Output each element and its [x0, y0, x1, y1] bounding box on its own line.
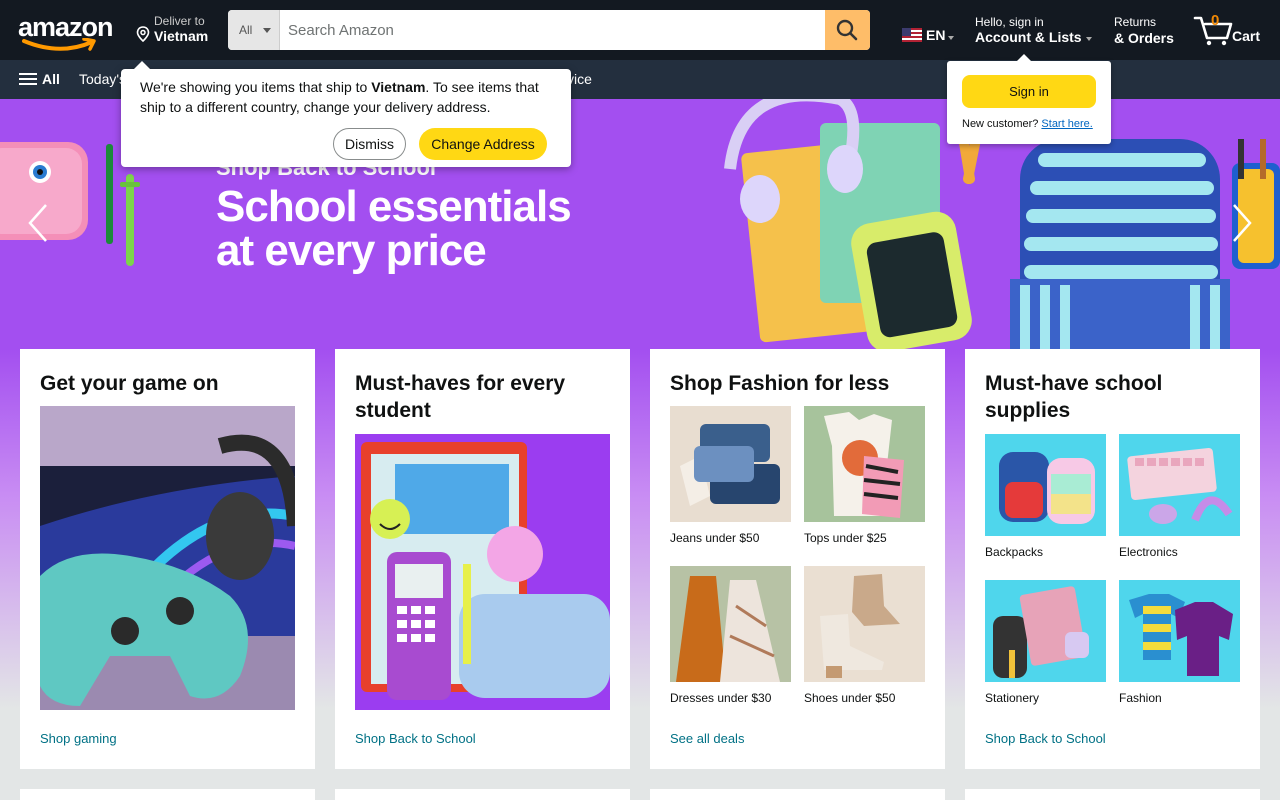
- card-title: Must-have school supplies: [985, 372, 1163, 422]
- caret-down-icon: [263, 28, 271, 33]
- shop-back-to-school-link[interactable]: Shop Back to School: [985, 731, 1106, 746]
- hero-headline-line2: at every price: [216, 226, 487, 275]
- card-gaming: Get your game on Shop gaming: [20, 349, 315, 769]
- tile-caption: Dresses under $30: [670, 691, 772, 705]
- tile-caption: Stationery: [985, 691, 1040, 705]
- tile-backpacks[interactable]: Backpacks: [985, 434, 1106, 559]
- carousel-next-arrow-icon[interactable]: [1230, 203, 1254, 243]
- amazon-logo[interactable]: amazon: [18, 12, 118, 52]
- carousel-prev-arrow-icon[interactable]: [26, 203, 50, 243]
- account-lists[interactable]: Hello, sign in Account & Lists: [975, 15, 1100, 49]
- location-popover: We're showing you items that ship to Vie…: [121, 61, 571, 167]
- search-bar: All: [228, 10, 870, 50]
- all-label: All: [42, 71, 60, 87]
- electronics-image: [1119, 434, 1240, 536]
- location-popover-message: We're showing you items that ship to Vie…: [140, 77, 560, 117]
- search-category-label: All: [239, 23, 253, 37]
- signin-popover: Sign in New customer? Start here.: [947, 54, 1111, 144]
- tops-image: [804, 406, 925, 522]
- search-input[interactable]: [280, 10, 825, 50]
- cart-label: Cart: [1232, 28, 1261, 44]
- tile-caption: Electronics: [1119, 545, 1178, 559]
- returns-orders[interactable]: Returns & Orders: [1114, 15, 1174, 46]
- dismiss-button[interactable]: Dismiss: [333, 128, 406, 160]
- tile-caption: Fashion: [1119, 691, 1162, 705]
- top-nav: amazon Deliver to Vietnam All Search Ama…: [0, 0, 1280, 60]
- card-fashion: Shop Fashion for less Jeans under $50 To…: [650, 349, 945, 769]
- deliver-label: Deliver to: [154, 14, 205, 28]
- next-row-card: [965, 789, 1260, 800]
- next-row-card: [20, 789, 315, 800]
- account-label: Account & Lists: [975, 29, 1082, 45]
- location-pin-icon: [136, 26, 150, 42]
- search-icon: [836, 19, 858, 41]
- next-row-card: [650, 789, 945, 800]
- tile-stationery[interactable]: Stationery: [985, 580, 1106, 705]
- deliver-country: Vietnam: [154, 28, 209, 44]
- start-here-link[interactable]: Start here.: [1041, 118, 1092, 130]
- see-all-deals-link[interactable]: See all deals: [670, 731, 744, 746]
- cart[interactable]: 0 Cart: [1193, 12, 1263, 48]
- tile-jeans[interactable]: Jeans under $50: [670, 406, 791, 545]
- gaming-controller-image[interactable]: [40, 406, 295, 710]
- next-row-card: [335, 789, 630, 800]
- tile-caption: Jeans under $50: [670, 531, 760, 545]
- shoes-image: [804, 566, 925, 682]
- tile-electronics[interactable]: Electronics: [1119, 434, 1240, 559]
- subnav-item-todays-deals[interactable]: Today's: [79, 71, 126, 87]
- hamburger-icon: [19, 73, 37, 85]
- tile-caption: Shoes under $50: [804, 691, 896, 705]
- tile-tops[interactable]: Tops under $25: [804, 406, 925, 545]
- account-greeting: Hello, sign in: [975, 15, 1044, 29]
- sign-in-button[interactable]: Sign in: [962, 75, 1096, 108]
- tile-dresses[interactable]: Dresses under $30: [670, 566, 791, 705]
- search-category-dropdown[interactable]: All: [228, 10, 280, 50]
- language-code: EN: [926, 27, 946, 43]
- popover-msg-prefix: We're showing you items that ship to: [140, 79, 372, 95]
- kids-fashion-image: [1119, 580, 1240, 682]
- shop-back-to-school-link[interactable]: Shop Back to School: [355, 731, 476, 746]
- tile-caption: Tops under $25: [804, 531, 887, 545]
- search-button[interactable]: [825, 10, 870, 50]
- hero-headline[interactable]: School essentials at every price: [216, 182, 572, 275]
- tile-caption: Backpacks: [985, 545, 1044, 559]
- change-address-button[interactable]: Change Address: [419, 128, 547, 160]
- card-school-supplies: Must-have school supplies Backpacks Elec…: [965, 349, 1260, 769]
- shop-gaming-link[interactable]: Shop gaming: [40, 731, 117, 746]
- us-flag-icon: [902, 28, 922, 42]
- caret-down-icon: [1086, 37, 1092, 41]
- returns-label: Returns: [1114, 15, 1157, 29]
- dresses-image: [670, 566, 791, 682]
- backpacks-image: [985, 434, 1106, 536]
- jeans-image: [670, 406, 791, 522]
- new-customer-text: New customer? Start here.: [962, 118, 1093, 130]
- caret-down-icon: [948, 36, 954, 40]
- student-supplies-image[interactable]: [355, 434, 610, 710]
- cart-count: 0: [1211, 12, 1220, 29]
- hero-headline-line1: School essentials: [216, 182, 572, 231]
- smile-arrow-icon: [22, 38, 96, 51]
- tile-fashion[interactable]: Fashion: [1119, 580, 1240, 705]
- card-title: Shop Fashion for less: [670, 372, 890, 395]
- orders-label: & Orders: [1114, 30, 1174, 46]
- card-title: Get your game on: [40, 372, 219, 395]
- card-title: Must-haves for every student: [355, 372, 566, 422]
- tile-shoes[interactable]: Shoes under $50: [804, 566, 925, 705]
- new-customer-label: New customer?: [962, 118, 1039, 130]
- stationery-image: [985, 580, 1106, 682]
- popover-msg-country: Vietnam: [371, 79, 426, 95]
- card-must-haves-student: Must-haves for every student Shop Back t…: [335, 349, 630, 769]
